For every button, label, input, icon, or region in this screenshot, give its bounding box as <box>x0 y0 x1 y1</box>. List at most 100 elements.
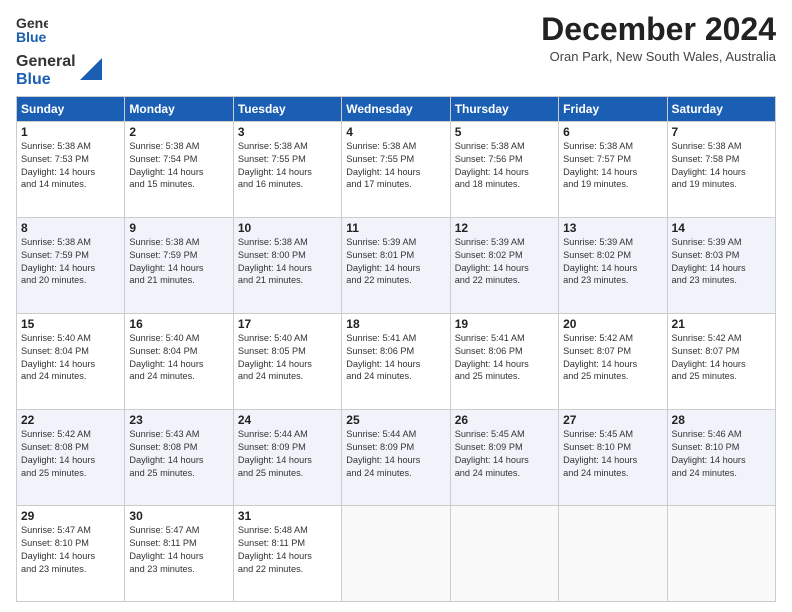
calendar-cell: 21Sunrise: 5:42 AM Sunset: 8:07 PM Dayli… <box>667 313 775 409</box>
day-info: Sunrise: 5:39 AM Sunset: 8:02 PM Dayligh… <box>455 236 554 288</box>
day-number: 15 <box>21 317 120 331</box>
day-number: 28 <box>672 413 771 427</box>
day-number: 6 <box>563 125 662 139</box>
day-number: 22 <box>21 413 120 427</box>
calendar-cell: 16Sunrise: 5:40 AM Sunset: 8:04 PM Dayli… <box>125 313 233 409</box>
day-number: 4 <box>346 125 445 139</box>
calendar-cell: 30Sunrise: 5:47 AM Sunset: 8:11 PM Dayli… <box>125 505 233 601</box>
day-number: 26 <box>455 413 554 427</box>
calendar-cell: 2Sunrise: 5:38 AM Sunset: 7:54 PM Daylig… <box>125 121 233 217</box>
calendar-cell: 28Sunrise: 5:46 AM Sunset: 8:10 PM Dayli… <box>667 409 775 505</box>
day-info: Sunrise: 5:38 AM Sunset: 8:00 PM Dayligh… <box>238 236 337 288</box>
month-title: December 2024 <box>541 12 776 47</box>
day-number: 10 <box>238 221 337 235</box>
day-info: Sunrise: 5:44 AM Sunset: 8:09 PM Dayligh… <box>346 428 445 480</box>
calendar-cell: 13Sunrise: 5:39 AM Sunset: 8:02 PM Dayli… <box>559 217 667 313</box>
day-number: 9 <box>129 221 228 235</box>
calendar-cell: 18Sunrise: 5:41 AM Sunset: 8:06 PM Dayli… <box>342 313 450 409</box>
calendar-cell: 5Sunrise: 5:38 AM Sunset: 7:56 PM Daylig… <box>450 121 558 217</box>
calendar-week-row: 1Sunrise: 5:38 AM Sunset: 7:53 PM Daylig… <box>17 121 776 217</box>
day-info: Sunrise: 5:48 AM Sunset: 8:11 PM Dayligh… <box>238 524 337 576</box>
subtitle: Oran Park, New South Wales, Australia <box>541 49 776 64</box>
day-info: Sunrise: 5:39 AM Sunset: 8:01 PM Dayligh… <box>346 236 445 288</box>
day-number: 11 <box>346 221 445 235</box>
calendar-header-wednesday: Wednesday <box>342 96 450 121</box>
logo-triangle-icon <box>80 58 102 80</box>
calendar-cell: 1Sunrise: 5:38 AM Sunset: 7:53 PM Daylig… <box>17 121 125 217</box>
day-number: 30 <box>129 509 228 523</box>
calendar-cell: 7Sunrise: 5:38 AM Sunset: 7:58 PM Daylig… <box>667 121 775 217</box>
calendar-cell: 19Sunrise: 5:41 AM Sunset: 8:06 PM Dayli… <box>450 313 558 409</box>
calendar-cell <box>667 505 775 601</box>
day-number: 5 <box>455 125 554 139</box>
day-number: 19 <box>455 317 554 331</box>
day-info: Sunrise: 5:41 AM Sunset: 8:06 PM Dayligh… <box>346 332 445 384</box>
day-number: 3 <box>238 125 337 139</box>
calendar-header-row: SundayMondayTuesdayWednesdayThursdayFrid… <box>17 96 776 121</box>
day-info: Sunrise: 5:40 AM Sunset: 8:04 PM Dayligh… <box>129 332 228 384</box>
day-info: Sunrise: 5:45 AM Sunset: 8:09 PM Dayligh… <box>455 428 554 480</box>
day-info: Sunrise: 5:41 AM Sunset: 8:06 PM Dayligh… <box>455 332 554 384</box>
calendar-cell: 22Sunrise: 5:42 AM Sunset: 8:08 PM Dayli… <box>17 409 125 505</box>
logo-general: General <box>16 53 76 71</box>
calendar-header-sunday: Sunday <box>17 96 125 121</box>
header: General Blue General Blue December 2024 … <box>16 12 776 90</box>
calendar-header-monday: Monday <box>125 96 233 121</box>
day-info: Sunrise: 5:38 AM Sunset: 7:55 PM Dayligh… <box>346 140 445 192</box>
day-info: Sunrise: 5:42 AM Sunset: 8:07 PM Dayligh… <box>563 332 662 384</box>
calendar-cell: 11Sunrise: 5:39 AM Sunset: 8:01 PM Dayli… <box>342 217 450 313</box>
day-number: 12 <box>455 221 554 235</box>
calendar-header-thursday: Thursday <box>450 96 558 121</box>
logo: General Blue General Blue <box>16 12 102 90</box>
day-info: Sunrise: 5:42 AM Sunset: 8:08 PM Dayligh… <box>21 428 120 480</box>
calendar-cell: 8Sunrise: 5:38 AM Sunset: 7:59 PM Daylig… <box>17 217 125 313</box>
day-info: Sunrise: 5:38 AM Sunset: 7:58 PM Dayligh… <box>672 140 771 192</box>
day-info: Sunrise: 5:47 AM Sunset: 8:10 PM Dayligh… <box>21 524 120 576</box>
calendar-cell: 29Sunrise: 5:47 AM Sunset: 8:10 PM Dayli… <box>17 505 125 601</box>
calendar-cell: 23Sunrise: 5:43 AM Sunset: 8:08 PM Dayli… <box>125 409 233 505</box>
calendar-table: SundayMondayTuesdayWednesdayThursdayFrid… <box>16 96 776 602</box>
calendar-week-row: 29Sunrise: 5:47 AM Sunset: 8:10 PM Dayli… <box>17 505 776 601</box>
calendar-cell: 15Sunrise: 5:40 AM Sunset: 8:04 PM Dayli… <box>17 313 125 409</box>
day-info: Sunrise: 5:38 AM Sunset: 7:57 PM Dayligh… <box>563 140 662 192</box>
calendar-cell: 31Sunrise: 5:48 AM Sunset: 8:11 PM Dayli… <box>233 505 341 601</box>
day-info: Sunrise: 5:42 AM Sunset: 8:07 PM Dayligh… <box>672 332 771 384</box>
day-info: Sunrise: 5:43 AM Sunset: 8:08 PM Dayligh… <box>129 428 228 480</box>
day-info: Sunrise: 5:38 AM Sunset: 7:53 PM Dayligh… <box>21 140 120 192</box>
day-number: 13 <box>563 221 662 235</box>
day-info: Sunrise: 5:45 AM Sunset: 8:10 PM Dayligh… <box>563 428 662 480</box>
calendar-cell: 3Sunrise: 5:38 AM Sunset: 7:55 PM Daylig… <box>233 121 341 217</box>
calendar-cell: 25Sunrise: 5:44 AM Sunset: 8:09 PM Dayli… <box>342 409 450 505</box>
calendar-cell: 10Sunrise: 5:38 AM Sunset: 8:00 PM Dayli… <box>233 217 341 313</box>
svg-text:Blue: Blue <box>16 29 47 45</box>
calendar-week-row: 15 Sunrise: 5:40 AM Sunset: 8:04 PM Dayli… <box>17 313 776 409</box>
day-info: Sunrise: 5:38 AM Sunset: 7:55 PM Dayligh… <box>238 140 337 192</box>
day-number: 25 <box>346 413 445 427</box>
day-number: 18 <box>346 317 445 331</box>
day-number: 31 <box>238 509 337 523</box>
day-number: 14 <box>672 221 771 235</box>
calendar-header-tuesday: Tuesday <box>233 96 341 121</box>
day-info: Sunrise: 5:44 AM Sunset: 8:09 PM Dayligh… <box>238 428 337 480</box>
calendar-header-saturday: Saturday <box>667 96 775 121</box>
day-number: 17 <box>238 317 337 331</box>
day-number: 2 <box>129 125 228 139</box>
calendar-cell: 26Sunrise: 5:45 AM Sunset: 8:09 PM Dayli… <box>450 409 558 505</box>
calendar-cell: 17Sunrise: 5:40 AM Sunset: 8:05 PM Dayli… <box>233 313 341 409</box>
logo-blue: Blue <box>16 71 76 89</box>
calendar-cell: 6Sunrise: 5:38 AM Sunset: 7:57 PM Daylig… <box>559 121 667 217</box>
logo-icon: General Blue <box>16 12 48 48</box>
calendar-cell: 27Sunrise: 5:45 AM Sunset: 8:10 PM Dayli… <box>559 409 667 505</box>
day-number: 27 <box>563 413 662 427</box>
day-info: Sunrise: 5:39 AM Sunset: 8:02 PM Dayligh… <box>563 236 662 288</box>
calendar-cell: 20Sunrise: 5:42 AM Sunset: 8:07 PM Dayli… <box>559 313 667 409</box>
calendar-cell: 24Sunrise: 5:44 AM Sunset: 8:09 PM Dayli… <box>233 409 341 505</box>
day-info: Sunrise: 5:40 AM Sunset: 8:05 PM Dayligh… <box>238 332 337 384</box>
page: General Blue General Blue December 2024 … <box>0 0 792 612</box>
day-info: Sunrise: 5:38 AM Sunset: 7:54 PM Dayligh… <box>129 140 228 192</box>
calendar-cell <box>342 505 450 601</box>
day-number: 1 <box>21 125 120 139</box>
calendar-cell: 14Sunrise: 5:39 AM Sunset: 8:03 PM Dayli… <box>667 217 775 313</box>
title-block: December 2024 Oran Park, New South Wales… <box>541 12 776 64</box>
day-number: 24 <box>238 413 337 427</box>
